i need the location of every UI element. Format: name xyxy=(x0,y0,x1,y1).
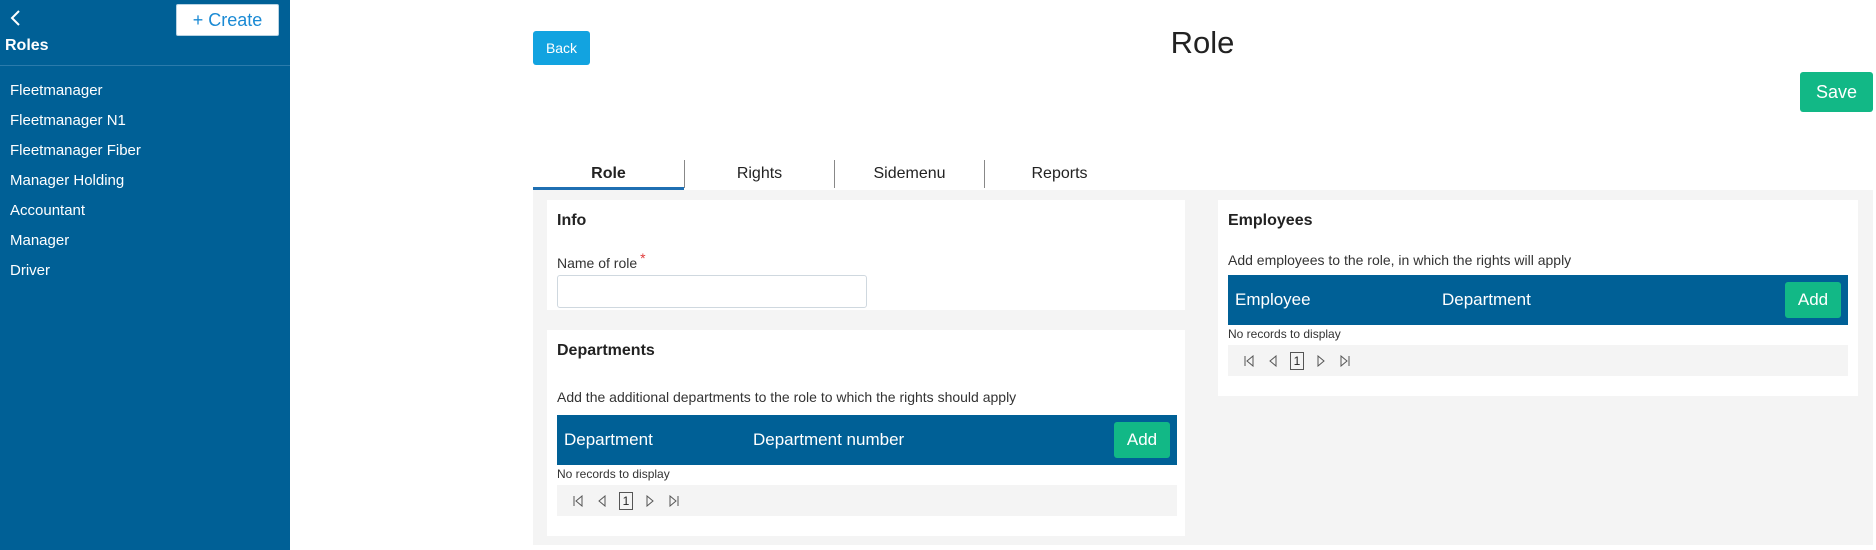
next-page-icon[interactable] xyxy=(643,494,657,508)
sidebar-item-manager-holding[interactable]: Manager Holding xyxy=(10,170,141,200)
sidebar-divider xyxy=(0,65,290,66)
sidebar-item-fleetmanager-fiber[interactable]: Fleetmanager Fiber xyxy=(10,140,141,170)
next-page-icon[interactable] xyxy=(1314,354,1328,368)
name-of-role-label: Name of role * xyxy=(557,250,646,271)
sidebar-item-driver[interactable]: Driver xyxy=(10,260,141,290)
sidebar-item-manager[interactable]: Manager xyxy=(10,230,141,260)
tab-bar: Role Rights Sidemenu Reports xyxy=(533,160,1873,190)
departments-card: Departments Add the additional departmen… xyxy=(547,330,1185,536)
page-title: Role xyxy=(1170,25,1235,60)
column-header-employee[interactable]: Employee xyxy=(1235,275,1311,325)
sidebar-title: Roles xyxy=(5,37,49,54)
departments-pager: 1 xyxy=(557,485,1177,516)
back-button[interactable]: Back xyxy=(533,31,590,65)
departments-title: Departments xyxy=(557,342,655,359)
employees-empty-text: No records to display xyxy=(1228,327,1341,341)
save-button[interactable]: Save xyxy=(1800,72,1873,112)
back-chevron-icon[interactable] xyxy=(6,6,26,30)
prev-page-icon[interactable] xyxy=(1266,354,1280,368)
name-of-role-input[interactable] xyxy=(557,275,867,308)
first-page-icon[interactable] xyxy=(1242,354,1256,368)
last-page-icon[interactable] xyxy=(667,494,681,508)
employees-grid-header: Employee Department Add xyxy=(1228,275,1848,325)
column-header-department[interactable]: Department xyxy=(564,415,653,465)
column-header-department[interactable]: Department xyxy=(1442,275,1531,325)
tab-reports[interactable]: Reports xyxy=(984,160,1135,190)
last-page-icon[interactable] xyxy=(1338,354,1352,368)
column-header-department-number[interactable]: Department number xyxy=(753,415,904,465)
required-marker: * xyxy=(640,250,646,266)
employees-title: Employees xyxy=(1228,212,1313,229)
create-button[interactable]: + Create xyxy=(176,4,279,36)
employees-card: Employees Add employees to the role, in … xyxy=(1218,200,1858,396)
page-number[interactable]: 1 xyxy=(619,491,633,510)
first-page-icon[interactable] xyxy=(571,494,585,508)
name-of-role-label-text: Name of role xyxy=(557,255,638,271)
tab-sidemenu[interactable]: Sidemenu xyxy=(834,160,985,190)
departments-empty-text: No records to display xyxy=(557,467,670,481)
employees-description: Add employees to the role, in which the … xyxy=(1228,252,1572,268)
info-title: Info xyxy=(557,212,587,229)
content-panel: Info Name of role * Departments Add the a… xyxy=(533,190,1873,545)
prev-page-icon[interactable] xyxy=(595,494,609,508)
sidebar-item-fleetmanager[interactable]: Fleetmanager xyxy=(10,80,141,110)
info-card: Info Name of role * xyxy=(547,200,1185,310)
tab-rights[interactable]: Rights xyxy=(684,160,835,190)
sidebar-role-list: Fleetmanager Fleetmanager N1 Fleetmanage… xyxy=(10,80,141,290)
add-employee-button[interactable]: Add xyxy=(1785,282,1841,318)
tab-role[interactable]: Role xyxy=(533,160,684,190)
employees-pager: 1 xyxy=(1228,345,1848,376)
sidebar: + Create Roles Fleetmanager Fleetmanager… xyxy=(0,0,290,550)
sidebar-item-accountant[interactable]: Accountant xyxy=(10,200,141,230)
add-department-button[interactable]: Add xyxy=(1114,422,1170,458)
page-number[interactable]: 1 xyxy=(1290,351,1304,370)
departments-grid-header: Department Department number Add xyxy=(557,415,1177,465)
departments-description: Add the additional departments to the ro… xyxy=(557,389,1017,405)
sidebar-item-fleetmanager-n1[interactable]: Fleetmanager N1 xyxy=(10,110,141,140)
